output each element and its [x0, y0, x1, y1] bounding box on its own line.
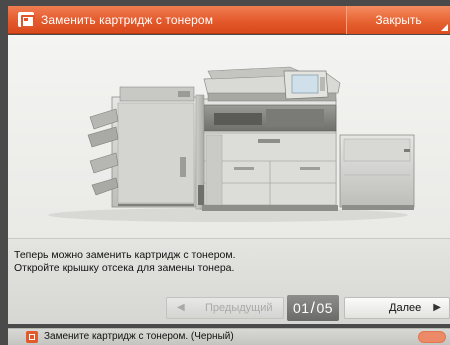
close-button[interactable]: Закрыть: [346, 6, 450, 34]
arrow-right-icon: ▶: [433, 302, 441, 313]
screen: Заменить картридж с тонером Закрыть Тепе…: [0, 0, 450, 345]
message-panel: Теперь можно заменить картридж с тонером…: [8, 238, 450, 324]
next-button[interactable]: Далее ▶: [344, 297, 450, 319]
close-button-label: Закрыть: [375, 13, 422, 27]
page-indicator: 01/05: [287, 295, 339, 321]
toner-warning-icon: [26, 331, 38, 343]
corner-triangle-icon: [441, 24, 448, 31]
title-bar: Заменить картридж с тонером Закрыть: [8, 6, 450, 34]
status-monitor-button[interactable]: [418, 331, 446, 343]
page-total: 05: [316, 300, 334, 316]
printer-illustration: [48, 66, 415, 222]
illustration-area: [8, 35, 450, 238]
arrow-left-icon: ◀: [177, 302, 185, 313]
previous-button[interactable]: ◀ Предыдущий: [166, 297, 284, 319]
page-separator: /: [310, 300, 316, 317]
previous-button-label: Предыдущий: [205, 302, 273, 314]
next-button-label: Далее: [389, 302, 422, 314]
status-bar: Замените картридж с тонером. (Черный): [8, 328, 450, 345]
instruction-line-1: Теперь можно заменить картридж с тонером…: [14, 249, 236, 261]
instruction-line-2: Откройте крышку отсека для замены тонера…: [14, 262, 235, 274]
toner-icon: [18, 12, 35, 28]
status-message: Замените картридж с тонером. (Черный): [44, 331, 234, 342]
page-current: 01: [292, 300, 310, 316]
dialog-title: Заменить картридж с тонером: [41, 13, 214, 27]
